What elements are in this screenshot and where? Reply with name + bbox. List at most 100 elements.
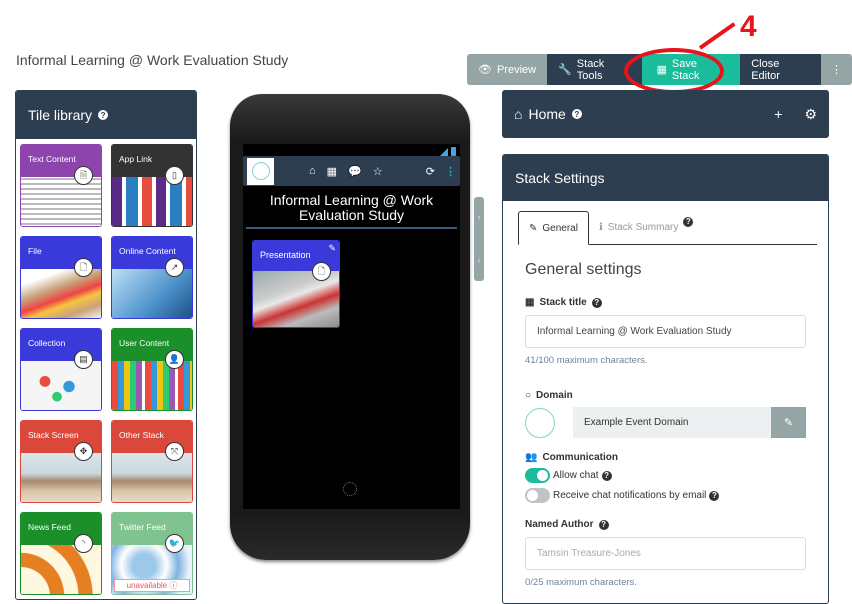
annotation-step-number: 4 <box>740 10 757 43</box>
twitter-icon: 🐦 <box>165 534 184 553</box>
help-icon[interactable]: ? <box>683 216 694 227</box>
home-icon: ⌂ <box>514 106 523 122</box>
named-author-input[interactable]: Tamsin Treasure-Jones <box>525 537 806 570</box>
arrow-down-icon[interactable]: ↓ <box>477 257 481 264</box>
stack-settings-title: Stack Settings <box>515 170 605 186</box>
annotation-line <box>698 22 736 50</box>
preview-scroll-handle[interactable]: ↑ ↓ <box>474 197 484 281</box>
gear-icon[interactable]: ⚙ <box>804 106 817 123</box>
domain-row: Example Event Domain ✎ <box>525 407 806 438</box>
domain-value: Example Event Domain <box>584 417 689 428</box>
edit-domain-button[interactable]: ✎ <box>771 407 806 438</box>
settings-tabs: ✎ General ℹ Stack Summary ? <box>518 211 817 245</box>
tile-grid: Text Content 🗎 App Link ▯ File 🗋 Online Conten… <box>16 139 196 595</box>
circle-icon: ○ <box>525 390 532 401</box>
rss-icon: ◝ <box>74 534 93 553</box>
tile-other-stack[interactable]: Other Stack ⤧ <box>111 420 193 503</box>
tile-collection[interactable]: Collection ▤ <box>20 328 102 411</box>
edit-icon: ✎ <box>529 222 538 234</box>
status-bar <box>243 144 460 156</box>
tile-library-panel: Tile library ? Text Content 🗎 App Link ▯ Fil… <box>15 90 197 600</box>
tile-library-title: Tile library <box>28 107 93 123</box>
tile-user-content[interactable]: User Content 👤 <box>111 328 193 411</box>
stack-title-input[interactable]: Informal Learning @ Work Evaluation Stud… <box>525 315 806 348</box>
tile-online-content[interactable]: Online Content ↗ <box>111 236 193 319</box>
stack-title-hint: 41/100 maximum characters. <box>525 355 648 366</box>
tile-image <box>112 177 192 226</box>
star-icon[interactable]: ☆ <box>373 165 383 178</box>
presentation-tile[interactable]: Presentation ✎ 🗋 <box>252 240 340 328</box>
page-title: Informal Learning @ Work Evaluation Stud… <box>16 52 289 68</box>
help-icon[interactable]: ? <box>571 109 582 119</box>
close-editor-button[interactable]: Close Editor <box>740 54 821 85</box>
tile-text-content[interactable]: Text Content 🗎 <box>20 144 102 227</box>
grid-icon: ▦ <box>656 64 667 76</box>
screen-title: Informal Learning @ Work Evaluation Stud… <box>246 186 457 229</box>
expand-icon: ⤧ <box>165 442 184 461</box>
domain-logo <box>525 407 555 438</box>
tile-image <box>21 177 101 226</box>
help-icon[interactable]: ? <box>598 519 609 530</box>
preview-button[interactable]: 👁 Preview <box>467 54 548 85</box>
help-icon[interactable]: ? <box>601 470 612 481</box>
tile-file[interactable]: File 🗋 <box>20 236 102 319</box>
tile-image <box>21 545 101 594</box>
allow-chat-toggle[interactable] <box>525 468 550 483</box>
refresh-icon[interactable]: ⟳ <box>426 165 435 178</box>
named-author-hint: 0/25 maximum characters. <box>525 577 637 588</box>
file-icon: 🗋 <box>312 262 331 281</box>
edit-icon: ✎ <box>783 417 794 429</box>
tab-stack-summary[interactable]: ℹ Stack Summary ? <box>589 211 703 244</box>
help-icon[interactable]: ? <box>98 110 109 120</box>
communication-label: 👥 Communication <box>525 452 619 463</box>
arrows-icon: ✥ <box>74 442 93 461</box>
section-title: General settings <box>525 261 642 278</box>
help-icon[interactable]: ? <box>709 490 720 501</box>
email-notifications-toggle[interactable] <box>525 488 550 503</box>
home-title: Home <box>528 106 566 122</box>
tile-image <box>112 453 192 502</box>
user-icon: 👤 <box>165 350 184 369</box>
phone-preview: ⌂ ▦ 💬 ☆ ⟳ ⋮ Informal Learning @ Work Eva… <box>230 94 470 560</box>
arrow-up-icon[interactable]: ↑ <box>477 215 481 222</box>
tile-twitter-feed[interactable]: Twitter Feed 🐦 unavailable ⓘ <box>111 512 193 595</box>
domain-label: ○ Domain <box>525 390 573 401</box>
stack-tools-button[interactable]: 🔧 Stack Tools <box>547 54 643 85</box>
grid-icon: ▦ <box>525 297 535 308</box>
tile-image <box>112 269 192 318</box>
users-icon: 👥 <box>525 452 538 463</box>
unavailable-badge[interactable]: unavailable ⓘ <box>114 579 190 592</box>
edit-icon[interactable]: ✎ <box>328 243 336 254</box>
add-icon[interactable]: + <box>774 106 782 123</box>
app-bar: ⌂ ▦ 💬 ☆ ⟳ ⋮ <box>243 156 460 186</box>
file-icon: 🗋 <box>74 258 93 277</box>
email-notifications-row: Receive chat notifications by email ? <box>525 488 828 503</box>
chat-icon[interactable]: 💬 <box>348 165 362 178</box>
signal-icon <box>440 148 448 156</box>
help-icon[interactable]: ? <box>591 297 602 308</box>
menu-icon[interactable]: ⋮ <box>445 165 456 178</box>
home-icon[interactable]: ⌂ <box>309 165 316 178</box>
more-options-button[interactable]: ⋮ <box>821 54 852 85</box>
named-author-label: Named Author ? <box>525 519 828 530</box>
tile-library-header: Tile library ? <box>16 91 196 139</box>
file-text-icon: 🗎 <box>74 166 93 185</box>
phone-screen: ⌂ ▦ 💬 ☆ ⟳ ⋮ Informal Learning @ Work Eva… <box>243 144 460 509</box>
loading-spinner <box>343 482 357 496</box>
battery-icon <box>451 147 456 156</box>
eye-icon: 👁 <box>478 64 492 76</box>
app-logo <box>247 157 274 185</box>
info-icon: ℹ <box>598 222 603 233</box>
tile-image <box>21 269 101 318</box>
editor-toolbar: 👁 Preview 🔧 Stack Tools ▦ Save Stack Close … <box>467 54 852 85</box>
external-link-icon: ↗ <box>165 258 184 277</box>
tab-general[interactable]: ✎ General <box>518 211 589 245</box>
allow-chat-row: Allow chat ? <box>525 468 828 483</box>
save-stack-button[interactable]: ▦ Save Stack <box>642 54 741 85</box>
tile-stack-screen[interactable]: Stack Screen ✥ <box>20 420 102 503</box>
list-icon: ▤ <box>74 350 93 369</box>
tile-app-link[interactable]: App Link ▯ <box>111 144 193 227</box>
grid-icon[interactable]: ▦ <box>327 165 337 178</box>
stack-settings-header: Stack Settings <box>503 155 828 201</box>
tile-news-feed[interactable]: News Feed ◝ <box>20 512 102 595</box>
